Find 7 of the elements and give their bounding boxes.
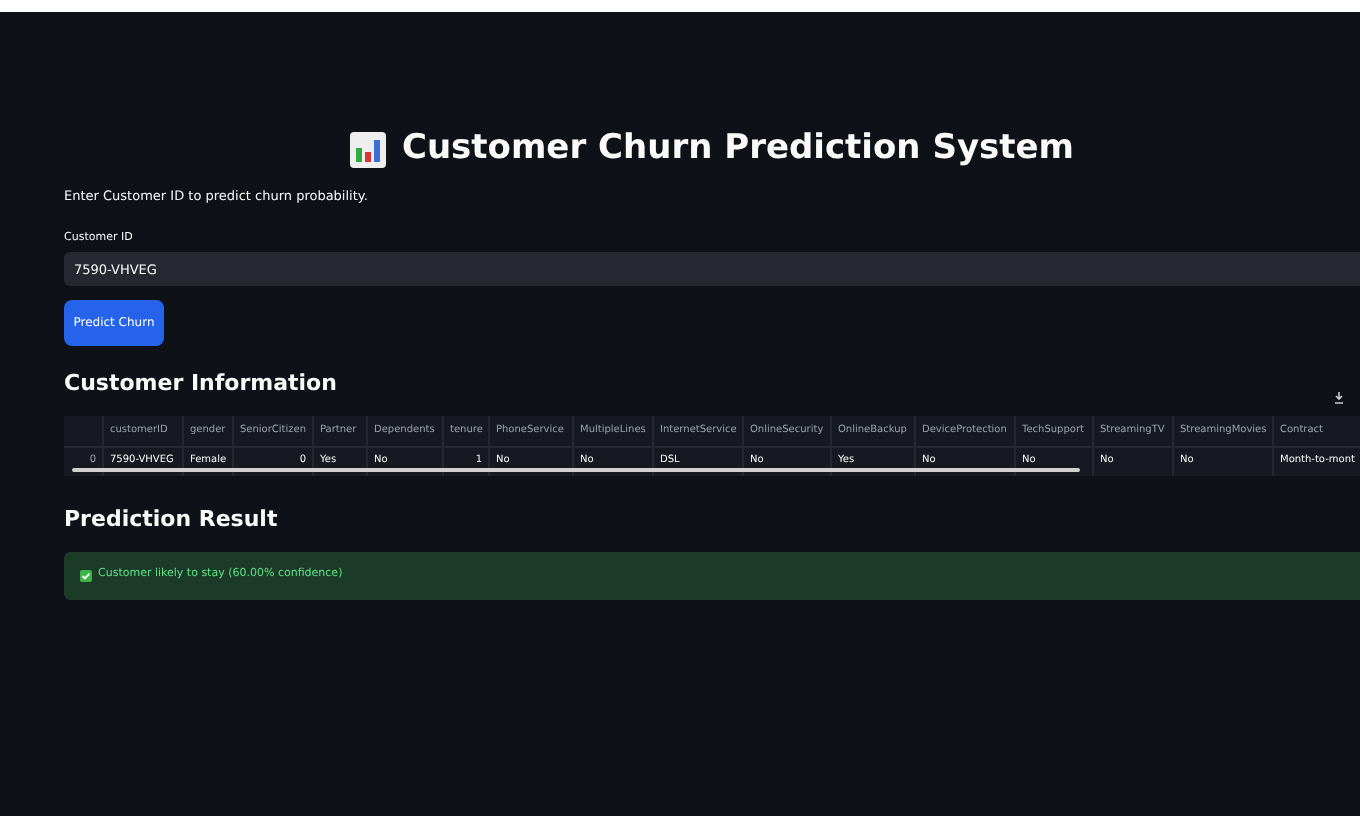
- page-title: Customer Churn Prediction System: [401, 126, 1075, 173]
- section-heading: Prediction Result: [64, 504, 280, 536]
- checkmark-icon: [80, 569, 92, 581]
- section-heading: Customer Information: [64, 367, 337, 399]
- bar-chart-icon: [349, 132, 386, 168]
- download-icon[interactable]: [1334, 392, 1344, 404]
- scrollbar[interactable]: [72, 468, 1080, 472]
